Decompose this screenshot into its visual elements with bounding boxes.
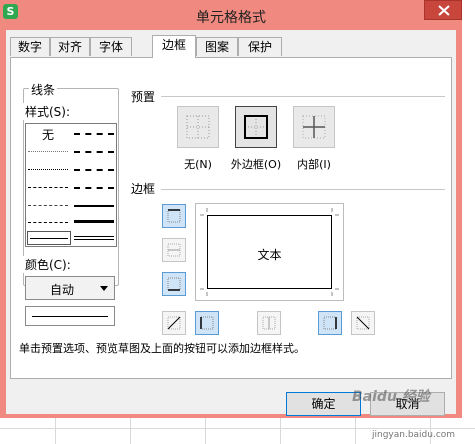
tab-border[interactable]: 边框 xyxy=(152,35,196,58)
line-sample xyxy=(28,187,68,188)
grid-line xyxy=(205,418,206,444)
preview-cell-outline: 文本 xyxy=(207,215,332,289)
border-inside-horizontal-button[interactable] xyxy=(162,238,186,262)
close-button[interactable] xyxy=(424,0,462,20)
border-none-icon xyxy=(186,115,210,139)
border-top-button[interactable] xyxy=(162,204,186,228)
line-style-hairline-dots[interactable] xyxy=(26,144,70,158)
dialog-body: 数字 对齐 字体 边框 图案 保护 线条 样式(S): 无 颜色(C): 自动 … xyxy=(6,30,456,416)
border-outline-icon xyxy=(244,115,268,139)
dialog-title: 单元格格式 xyxy=(196,10,266,26)
line-sample xyxy=(28,169,68,170)
tab-alignment[interactable]: 对齐 xyxy=(50,37,90,56)
line-sample xyxy=(28,205,68,206)
line-color-value: 自动 xyxy=(50,283,75,297)
format-cells-dialog: S 单元格格式 数字 对齐 字体 边框 图案 保护 线条 样式(S): 无 颜色… xyxy=(0,0,462,418)
preset-none-button[interactable] xyxy=(177,106,219,148)
border-right-icon xyxy=(323,316,337,330)
line-color-preview xyxy=(25,306,115,326)
border-bottom-button[interactable] xyxy=(162,272,186,296)
grid-line xyxy=(0,428,475,429)
title-bar[interactable]: S 单元格格式 xyxy=(0,0,462,30)
style-label: 样式(S): xyxy=(23,103,73,120)
line-sample xyxy=(74,187,114,189)
line-style-dash-dot-dot[interactable] xyxy=(26,180,70,194)
border-left-icon xyxy=(200,316,214,330)
ok-button[interactable]: 确定 xyxy=(286,392,361,416)
grid-line xyxy=(355,418,356,444)
line-style-dotted[interactable] xyxy=(26,162,70,176)
border-tab-panel: 线条 样式(S): 无 颜色(C): 自动 预置 无(N) 外边框(O) 内部(… xyxy=(10,57,452,379)
line-style-medium[interactable] xyxy=(72,198,116,212)
watermark-logo: Baidu 经验 xyxy=(352,389,430,405)
preset-group-title: 预置 xyxy=(129,88,158,105)
diagonal-up-icon xyxy=(167,316,181,330)
border-inside-vertical-icon xyxy=(262,316,276,330)
line-sample xyxy=(30,238,68,239)
border-top-icon xyxy=(167,209,181,223)
watermark-url: jingyan.baidu.com xyxy=(372,430,456,440)
line-style-none-label: 无 xyxy=(41,128,54,142)
line-style-dashed[interactable] xyxy=(26,215,70,229)
border-bottom-icon xyxy=(167,277,181,291)
border-right-button[interactable] xyxy=(318,311,342,335)
line-sample xyxy=(74,151,114,153)
line-sample xyxy=(74,133,114,135)
line-sample xyxy=(28,151,68,152)
border-group-title: 边框 xyxy=(129,180,158,197)
divider xyxy=(161,96,445,97)
border-inside-icon xyxy=(302,115,326,139)
preset-inside-button[interactable] xyxy=(293,106,335,148)
line-style-thick[interactable] xyxy=(72,215,116,229)
diagonal-down-button[interactable] xyxy=(351,311,375,335)
tab-number[interactable]: 数字 xyxy=(10,37,50,56)
border-preview-area[interactable]: 文本 xyxy=(195,203,344,301)
diagonal-down-icon xyxy=(356,316,370,330)
diagonal-up-button[interactable] xyxy=(162,311,186,335)
grid-line xyxy=(55,418,56,444)
line-group-title: 线条 xyxy=(29,81,58,98)
line-style-none[interactable]: 无 xyxy=(26,126,70,142)
line-sample xyxy=(74,236,114,240)
tab-protection[interactable]: 保护 xyxy=(238,37,282,56)
color-label: 颜色(C): xyxy=(23,256,73,273)
border-left-button[interactable] xyxy=(195,311,219,335)
tab-pattern[interactable]: 图案 xyxy=(196,37,238,56)
line-style-medium-dash-dot-dot[interactable] xyxy=(72,126,116,140)
line-sample xyxy=(74,205,114,207)
line-sample xyxy=(28,222,68,223)
border-inside-vertical-button[interactable] xyxy=(257,311,281,335)
grid-line xyxy=(280,418,281,444)
grid-line xyxy=(130,418,131,444)
line-color-dropdown[interactable]: 自动 xyxy=(25,276,115,300)
line-style-slanted-dash-dot[interactable] xyxy=(72,144,116,158)
border-inside-horizontal-icon xyxy=(167,243,181,257)
hint-text: 单击预置选项、预览草图及上面的按钮可以添加边框样式。 xyxy=(19,342,305,355)
tab-font[interactable]: 字体 xyxy=(90,37,132,56)
line-style-medium-dash-dot[interactable] xyxy=(72,162,116,176)
line-sample xyxy=(74,220,114,223)
line-style-dash-dot[interactable] xyxy=(26,198,70,212)
chevron-down-icon xyxy=(100,286,108,291)
close-icon xyxy=(438,5,450,16)
line-style-medium-dashed[interactable] xyxy=(72,180,116,194)
line-style-thin-selected[interactable] xyxy=(27,231,71,245)
preview-cell-text: 文本 xyxy=(257,248,282,262)
divider xyxy=(161,189,445,190)
line-style-double[interactable] xyxy=(72,231,116,245)
preset-inside-label: 内部(I) xyxy=(297,158,331,171)
line-style-list: 无 xyxy=(25,123,117,247)
preset-outline-button[interactable] xyxy=(235,106,277,148)
line-sample xyxy=(74,169,114,171)
